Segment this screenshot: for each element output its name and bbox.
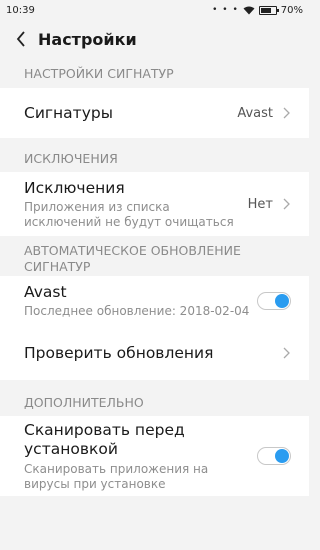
- signatures-card: Сигнатуры Avast: [0, 88, 309, 138]
- exclusions-value-group: Нет: [248, 197, 291, 212]
- signatures-value: Avast: [237, 105, 273, 121]
- chevron-right-icon: [283, 107, 290, 119]
- avast-text: Avast Последнее обновление: 2018-02-04: [24, 283, 249, 319]
- toggle-knob: [275, 294, 289, 308]
- section-header-line2: СИГНАТУР: [24, 259, 91, 274]
- exclusions-text: Исключения Приложения из списка исключен…: [24, 179, 234, 230]
- chevron-right-icon: [283, 347, 290, 359]
- section-header-line1: АВТОМАТИЧЕСКОЕ ОБНОВЛЕНИЕ: [24, 243, 241, 258]
- exclusions-subtitle-line1: Приложения из списка: [24, 199, 170, 214]
- avast-title: Avast: [24, 283, 67, 301]
- signal-dots-icon: • • •: [212, 5, 239, 15]
- scan-before-install-row: Сканировать перед установкой Сканировать…: [0, 416, 309, 496]
- exclusions-subtitle-line2: исключений не будут очищаться: [24, 214, 234, 229]
- status-bar: 10:39 • • • 70%: [0, 0, 309, 20]
- signatures-value-group: Avast: [237, 106, 291, 121]
- status-icons: • • • 70%: [212, 5, 303, 16]
- section-header-exclusions: ИСКЛЮЧЕНИЯ: [0, 144, 309, 172]
- wifi-icon: [243, 6, 255, 14]
- avast-last-update: Последнее обновление: 2018-02-04: [24, 304, 250, 318]
- section-header-signatures: НАСТРОЙКИ СИГНАТУР: [0, 58, 309, 88]
- battery-icon: [258, 5, 279, 15]
- signatures-title: Сигнатуры: [24, 104, 113, 122]
- check-updates-title: Проверить обновления: [24, 344, 214, 362]
- title-bar: Настройки: [0, 20, 309, 58]
- chevron-right-icon: [283, 198, 290, 210]
- avast-auto-update-row: Avast Последнее обновление: 2018-02-04: [0, 276, 309, 326]
- section-header-auto-update: АВТОМАТИЧЕСКОЕ ОБНОВЛЕНИЕ СИГНАТУР: [0, 242, 309, 276]
- section-header-label: ИСКЛЮЧЕНИЯ: [24, 150, 118, 166]
- exclusions-value: Нет: [247, 196, 273, 212]
- exclusions-title: Исключения: [24, 178, 125, 197]
- back-button[interactable]: [12, 30, 30, 48]
- section-header-additional: ДОПОЛНИТЕЛЬНО: [0, 388, 309, 416]
- avast-auto-update-toggle[interactable]: [257, 292, 291, 310]
- scan-title-line2: установкой: [24, 439, 118, 458]
- scan-subtitle: Сканировать приложения на вирусы при уст…: [24, 462, 208, 492]
- additional-card: Сканировать перед установкой Сканировать…: [0, 416, 309, 496]
- auto-update-card: Avast Последнее обновление: 2018-02-04 П…: [0, 276, 309, 380]
- signatures-row[interactable]: Сигнатуры Avast: [0, 88, 309, 138]
- toggle-knob: [275, 449, 289, 463]
- scan-title: Сканировать перед установкой: [24, 421, 208, 459]
- battery-level-fill: [260, 7, 271, 13]
- status-time: 10:39: [6, 4, 35, 16]
- scan-subtitle-line1: Сканировать приложения на: [24, 461, 209, 476]
- scan-subtitle-line2: вирусы при установке: [24, 476, 166, 491]
- scan-title-line1: Сканировать перед: [24, 420, 185, 439]
- page-title: Настройки: [38, 29, 137, 49]
- scan-text: Сканировать перед установкой Сканировать…: [24, 421, 208, 492]
- exclusions-subtitle: Приложения из списка исключений не будут…: [24, 200, 234, 230]
- exclusions-row[interactable]: Исключения Приложения из списка исключен…: [0, 172, 309, 236]
- check-updates-arrow-group: [273, 347, 291, 359]
- battery-percent: 70%: [280, 4, 303, 16]
- check-updates-row[interactable]: Проверить обновления: [0, 326, 309, 380]
- scan-before-install-toggle[interactable]: [257, 447, 291, 465]
- section-header-label: ДОПОЛНИТЕЛЬНО: [24, 394, 144, 410]
- chevron-left-icon: [16, 31, 25, 47]
- exclusions-card: Исключения Приложения из списка исключен…: [0, 172, 309, 236]
- separator: [0, 380, 309, 388]
- section-header-label: НАСТРОЙКИ СИГНАТУР: [24, 65, 174, 81]
